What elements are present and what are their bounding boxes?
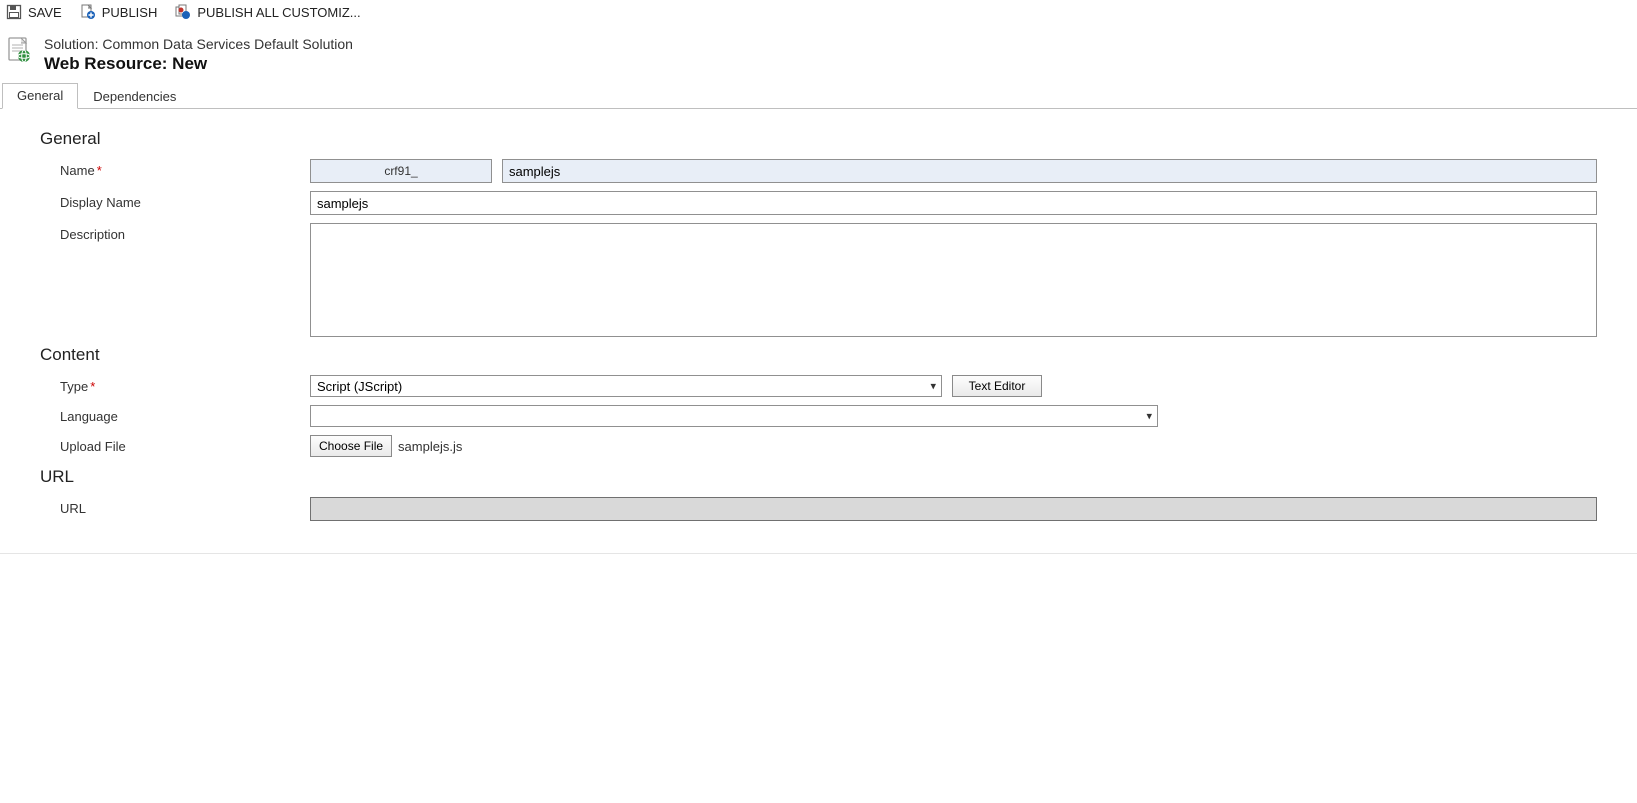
field-row-type: Type* Script (JScript) ▾ Text Editor xyxy=(40,375,1597,397)
label-url: URL xyxy=(40,497,310,516)
required-star: * xyxy=(90,379,95,394)
name-prefix: crf91_ xyxy=(310,159,492,183)
field-row-url: URL xyxy=(40,497,1597,521)
page-header: Solution: Common Data Services Default S… xyxy=(0,26,1637,82)
publish-button[interactable]: PUBLISH xyxy=(80,4,158,20)
web-resource-icon xyxy=(6,36,34,64)
label-type: Type* xyxy=(40,375,310,394)
upload-filename: samplejs.js xyxy=(398,439,462,454)
tab-dependencies[interactable]: Dependencies xyxy=(78,84,191,109)
label-language: Language xyxy=(40,405,310,424)
tab-general[interactable]: General xyxy=(2,83,78,109)
section-url-title: URL xyxy=(40,467,1597,487)
field-row-language: Language ▾ xyxy=(40,405,1597,427)
tab-strip: General Dependencies xyxy=(0,82,1637,109)
choose-file-button[interactable]: Choose File xyxy=(310,435,392,457)
display-name-input[interactable] xyxy=(310,191,1597,215)
toolbar: SAVE PUBLISH PUBLISH ALL CUSTOMIZ... xyxy=(0,0,1637,26)
label-upload-file: Upload File xyxy=(40,435,310,454)
header-text: Solution: Common Data Services Default S… xyxy=(44,36,353,74)
publish-all-icon xyxy=(175,4,191,20)
label-description: Description xyxy=(40,223,310,242)
save-button[interactable]: SAVE xyxy=(6,4,62,20)
publish-label: PUBLISH xyxy=(102,5,158,20)
form-area: General Name* crf91_ Display Name Descri… xyxy=(0,109,1637,554)
solution-name: Solution: Common Data Services Default S… xyxy=(44,36,353,52)
page-title: Web Resource: New xyxy=(44,54,353,74)
required-star: * xyxy=(97,163,102,178)
label-display-name: Display Name xyxy=(40,191,310,210)
publish-icon xyxy=(80,4,96,20)
name-input[interactable] xyxy=(502,159,1597,183)
label-name: Name* xyxy=(40,159,310,178)
field-row-display-name: Display Name xyxy=(40,191,1597,215)
language-select[interactable] xyxy=(310,405,1158,427)
section-general-title: General xyxy=(40,129,1597,149)
text-editor-button[interactable]: Text Editor xyxy=(952,375,1042,397)
save-icon xyxy=(6,4,22,20)
field-row-upload-file: Upload File Choose File samplejs.js xyxy=(40,435,1597,457)
url-readonly xyxy=(310,497,1597,521)
save-label: SAVE xyxy=(28,5,62,20)
publish-all-button[interactable]: PUBLISH ALL CUSTOMIZ... xyxy=(175,4,360,20)
field-row-description: Description xyxy=(40,223,1597,337)
field-row-name: Name* crf91_ xyxy=(40,159,1597,183)
section-content-title: Content xyxy=(40,345,1597,365)
type-select[interactable]: Script (JScript) xyxy=(310,375,942,397)
description-textarea[interactable] xyxy=(310,223,1597,337)
publish-all-label: PUBLISH ALL CUSTOMIZ... xyxy=(197,5,360,20)
